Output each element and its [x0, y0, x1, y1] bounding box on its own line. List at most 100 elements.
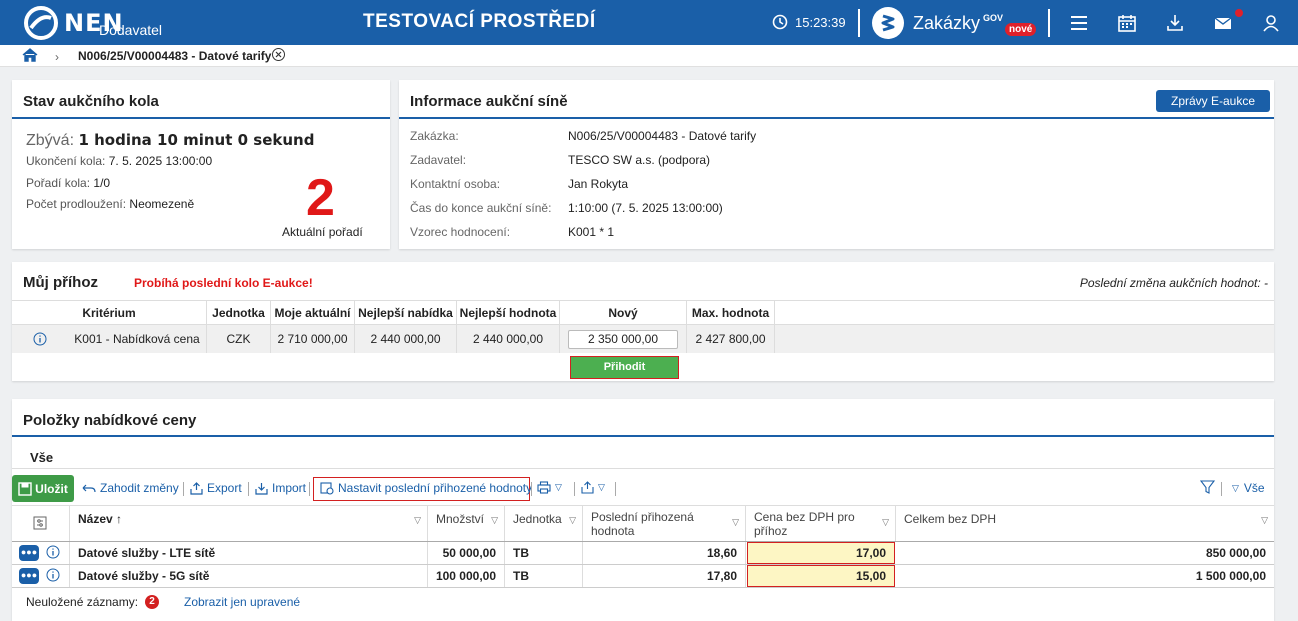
- logo-subtitle: Dodavatel: [99, 22, 163, 38]
- place-bid-button[interactable]: Přihodit: [570, 356, 679, 379]
- home-icon[interactable]: [22, 48, 38, 62]
- filter-all-label: Vše: [1243, 481, 1265, 495]
- price-items-panel: Položky nabídkové ceny Vše Uložit Zahodi…: [12, 399, 1274, 621]
- auction-round-status-panel: Stav aukčního kola Zbývá: 1 hodina 10 mi…: [12, 80, 390, 249]
- chevron-down-icon[interactable]: ▽: [491, 515, 498, 526]
- show-modified-only-link[interactable]: Zobrazit jen upravené: [184, 595, 300, 609]
- e-auction-messages-button[interactable]: Zprávy E-aukce: [1156, 90, 1270, 112]
- export-button[interactable]: Export: [190, 481, 242, 495]
- remaining-time: Zbývá: 1 hodina 10 minut 0 sekund: [26, 131, 314, 150]
- column-header-posledni[interactable]: Poslední přihozená hodnota ▽: [583, 506, 746, 541]
- share-dropdown[interactable]: ▽: [581, 481, 605, 494]
- close-icon[interactable]: [271, 47, 286, 62]
- nen-logo-icon: [24, 6, 58, 40]
- zakazky-logo-icon: [872, 7, 904, 39]
- download-icon[interactable]: [1165, 13, 1185, 33]
- export-label: Export: [207, 481, 242, 495]
- round-order-label: Pořadí kola:: [26, 176, 91, 190]
- column-header-jednotka[interactable]: Jednotka ▽: [505, 506, 583, 541]
- column-header: Nejlepší hodnota: [457, 301, 560, 324]
- column-header-nazev[interactable]: Název ↑ ▽: [70, 506, 428, 541]
- user-icon[interactable]: [1261, 13, 1281, 33]
- new-bid-input[interactable]: 2 350 000,00: [568, 329, 678, 349]
- new-bid-cell: 2 350 000,00: [560, 325, 687, 353]
- info-label: Čas do konce aukční síně:: [410, 201, 552, 215]
- top-bar: NEN Dodavatel TESTOVACÍ PROSTŘEDÍ 15:23:…: [0, 0, 1298, 45]
- items-grid-header: Název ↑ ▽ Množství ▽ Jednotka ▽ Poslední…: [12, 505, 1274, 542]
- last-round-alert: Probíhá poslední kolo E-aukce!: [134, 276, 313, 290]
- filter-icon[interactable]: [1200, 480, 1215, 495]
- chevron-down-icon[interactable]: ▽: [414, 515, 421, 526]
- menu-icon[interactable]: [1069, 13, 1089, 33]
- discard-icon: [82, 484, 96, 493]
- title-underline: [399, 117, 1274, 119]
- my-bid-panel: Můj příhoz Probíhá poslední kolo E-aukce…: [12, 262, 1274, 381]
- name-cell: Datové služby - LTE sítě: [70, 542, 428, 564]
- row-menu-button[interactable]: ●●●: [19, 568, 39, 584]
- chevron-down-icon[interactable]: ▽: [732, 515, 739, 529]
- environment-title: TESTOVACÍ PROSTŘEDÍ: [363, 11, 596, 32]
- unsaved-count-badge: 2: [145, 595, 160, 609]
- column-settings-icon: [33, 516, 47, 530]
- round-order-value: 1/0: [93, 176, 111, 190]
- print-icon: [537, 481, 551, 494]
- table-row: ●●● Datové služby - LTE sítě 50 000,00 T…: [12, 542, 1274, 565]
- column-header-mnozstvi[interactable]: Množství ▽: [428, 506, 505, 541]
- title-underline: [12, 117, 390, 119]
- toolbar-separator: [248, 482, 249, 496]
- current-rank-label: Aktuální pořadí: [282, 225, 363, 239]
- breadcrumb: › N006/25/V00004483 - Datové tarify: [0, 45, 1298, 67]
- unit-cell: TB: [505, 565, 583, 587]
- row-actions-cell: ●●●: [12, 565, 70, 587]
- tab-bar-line: [12, 468, 1274, 469]
- clock-time: 15:23:39: [795, 14, 846, 30]
- chevron-down-icon[interactable]: ▽: [569, 515, 576, 526]
- set-last-bid-values-button[interactable]: Nastavit poslední přihozené hodnoty: [320, 481, 532, 495]
- row-menu-button[interactable]: ●●●: [19, 545, 39, 561]
- panel-title: Informace aukční síně: [410, 93, 568, 110]
- info-icon[interactable]: [46, 568, 60, 582]
- last-change-text: Poslední změna aukčních hodnot: -: [1079, 276, 1268, 290]
- discard-changes-button[interactable]: Zahodit změny: [82, 481, 179, 495]
- column-header-cena[interactable]: Cena bez DPH pro příhoz ▽: [746, 506, 896, 541]
- breadcrumb-item[interactable]: N006/25/V00004483 - Datové tarify: [78, 49, 271, 63]
- calendar-refresh-icon: [320, 482, 334, 495]
- info-icon[interactable]: [33, 332, 47, 346]
- column-header: Nejlepší nabídka: [355, 301, 457, 324]
- grid-toolbar: Uložit Zahodit změny Export Import Nasta…: [12, 473, 1274, 503]
- column-header: Jednotka: [207, 301, 271, 324]
- chevron-down-icon[interactable]: ▽: [882, 515, 889, 529]
- criterion-cell: K001 - Nabídková cena: [68, 325, 207, 353]
- clock-icon: [772, 14, 788, 30]
- import-button[interactable]: Import: [255, 481, 306, 495]
- unit-cell: CZK: [207, 325, 271, 353]
- column-header: Moje aktuální: [271, 301, 355, 324]
- price-input-cell[interactable]: 15,00: [747, 565, 895, 587]
- panel-title: Položky nabídkové ceny: [23, 412, 197, 429]
- extension-count: Počet prodloužení: Neomezeně: [26, 197, 194, 211]
- column-header: Max. hodnota: [687, 301, 775, 324]
- bid-table-row: K001 - Nabídková cena CZK 2 710 000,00 2…: [12, 325, 1274, 353]
- title-underline: [12, 435, 1274, 437]
- notification-dot: [1235, 9, 1243, 17]
- zakazky-gov-link[interactable]: Zakázky GOV nové: [872, 7, 1037, 39]
- save-button[interactable]: Uložit: [12, 475, 74, 502]
- print-dropdown[interactable]: ▽: [537, 481, 562, 494]
- calendar-icon[interactable]: [1117, 13, 1137, 33]
- sort-ascending-icon: ↑: [116, 512, 123, 526]
- info-label: Vzorec hodnocení:: [410, 225, 511, 239]
- tab-all[interactable]: Vše: [12, 446, 82, 469]
- settings-column-header[interactable]: [12, 506, 70, 541]
- mail-icon[interactable]: [1213, 13, 1233, 33]
- chevron-down-icon: ▽: [555, 482, 562, 492]
- save-label: Uložit: [35, 481, 68, 496]
- price-input-cell[interactable]: 17,00: [747, 542, 895, 564]
- column-header-celkem[interactable]: Celkem bez DPH ▽: [896, 506, 1274, 541]
- info-icon[interactable]: [46, 545, 60, 559]
- max-value-cell: 2 427 800,00: [687, 325, 775, 353]
- filter-all-dropdown[interactable]: ▽ Vše: [1232, 481, 1265, 495]
- round-end: Ukončení kola: 7. 5. 2025 13:00:00: [26, 154, 212, 168]
- chevron-down-icon[interactable]: ▽: [1261, 515, 1268, 526]
- remaining-label: Zbývá:: [26, 132, 75, 149]
- divider: [1048, 9, 1050, 37]
